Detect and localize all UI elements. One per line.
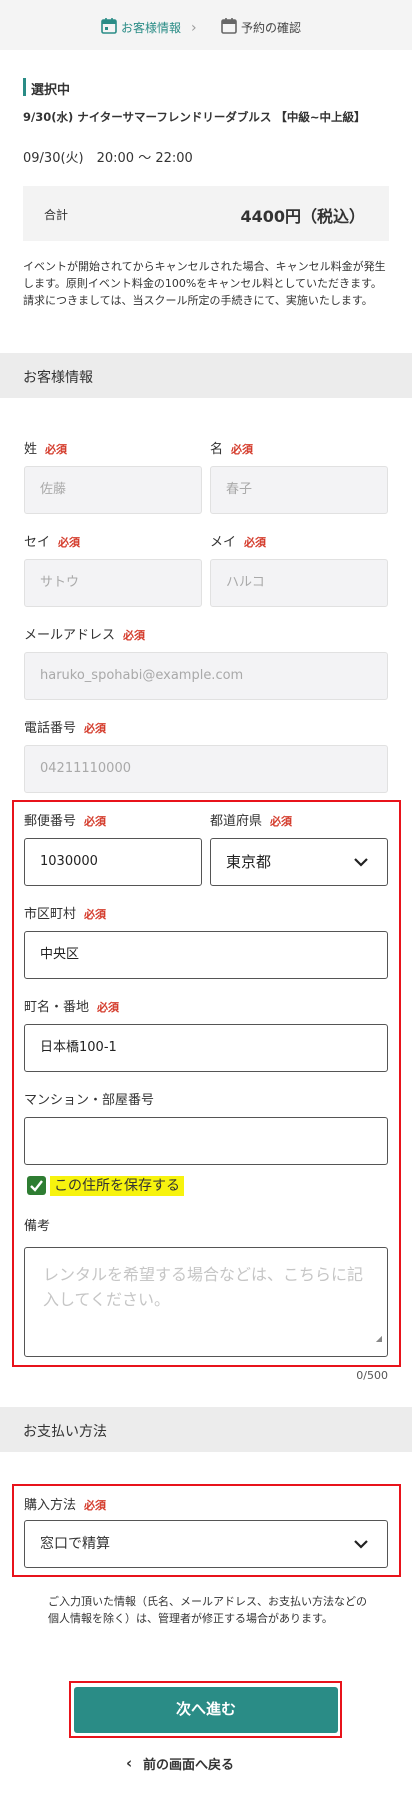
- phone-label: 電話番号 必須: [24, 717, 106, 736]
- first-name-label: 名必須: [210, 438, 253, 457]
- chevron-right-icon: ›: [191, 20, 197, 36]
- save-address-label[interactable]: この住所を保存する: [50, 1176, 184, 1196]
- prefecture-select[interactable]: 東京都: [210, 838, 388, 886]
- total-value: 4400円（税込）: [240, 207, 365, 226]
- event-datetime: 09/30(火) 20:00 〜 22:00: [23, 151, 193, 166]
- label-text: 郵便番号: [24, 814, 77, 829]
- label-text: 姓: [24, 442, 38, 457]
- city-label: 市区町村 必須: [24, 903, 106, 922]
- required-badge: 必須: [97, 1001, 120, 1014]
- city-field[interactable]: 中央区: [24, 931, 388, 979]
- label-text: 都道府県: [210, 814, 263, 829]
- customer-section-header: お客様情報: [0, 353, 412, 398]
- label-text: 市区町村: [24, 907, 77, 922]
- notes-label: 備考: [24, 1219, 51, 1234]
- resize-handle-icon[interactable]: ◢: [376, 1326, 382, 1351]
- required-badge: 必須: [45, 443, 68, 456]
- back-link[interactable]: ‹ 前の画面へ戻る: [126, 1754, 235, 1773]
- required-badge: 必須: [244, 536, 267, 549]
- notes-placeholder: レンタルを希望する場合などは、こちらに記入してください。: [43, 1265, 364, 1309]
- label-text: 名: [210, 442, 224, 457]
- prefecture-label: 都道府県 必須: [210, 810, 292, 829]
- calendar-icon: [221, 18, 237, 34]
- cancel-policy-note: イベントが開始されてからキャンセルされた場合、キャンセル料金が発生します。原則イ…: [23, 260, 386, 307]
- selection-title: 選択中: [31, 83, 71, 98]
- building-field[interactable]: [24, 1117, 388, 1165]
- back-link-label: 前の画面へ戻る: [143, 1758, 235, 1773]
- required-badge: 必須: [84, 1499, 107, 1512]
- first-kana-label: メイ 必須: [210, 531, 266, 550]
- email-field[interactable]: haruko_spohabi@example.com: [24, 652, 388, 700]
- step-label: お客様情報: [121, 21, 182, 35]
- postal-code-field[interactable]: 1030000: [24, 838, 202, 886]
- email-label: メールアドレス 必須: [24, 624, 145, 643]
- payment-method-label: 購入方法 必須: [24, 1494, 106, 1513]
- check-icon: [30, 1180, 43, 1192]
- postal-label: 郵便番号 必須: [24, 810, 106, 829]
- label-text: メイ: [210, 535, 237, 550]
- first-name-field[interactable]: 春子: [210, 466, 388, 514]
- label-text: 電話番号: [24, 721, 77, 736]
- next-button[interactable]: 次へ進む: [74, 1687, 338, 1733]
- section-title: お支払い方法: [23, 1424, 107, 1440]
- notes-char-counter: 0/500: [356, 1369, 388, 1382]
- chevron-down-icon: [354, 858, 368, 867]
- required-badge: 必須: [58, 536, 81, 549]
- required-badge: 必須: [123, 629, 146, 642]
- accent-bar: [23, 78, 26, 96]
- last-name-field[interactable]: 佐藤: [24, 466, 202, 514]
- event-name: 9/30(水) ナイターサマーフレンドリーダブルス 【中級~中上級】: [23, 110, 366, 124]
- street-field[interactable]: 日本橋100-1: [24, 1024, 388, 1072]
- last-name-label: 姓必須: [24, 438, 67, 457]
- phone-field[interactable]: 04211110000: [24, 745, 388, 793]
- step-indicator: お客様情報 › 予約の確認: [0, 0, 412, 50]
- calendar-icon: [101, 18, 117, 34]
- save-address-checkbox[interactable]: [27, 1176, 46, 1195]
- first-kana-field[interactable]: ハルコ: [210, 559, 388, 607]
- notes-textarea[interactable]: レンタルを希望する場合などは、こちらに記入してください。 ◢: [24, 1247, 388, 1357]
- building-label: マンション・部屋番号: [24, 1093, 155, 1108]
- required-badge: 必須: [270, 815, 293, 828]
- street-label: 町名・番地 必須: [24, 996, 119, 1015]
- prefecture-value: 東京都: [226, 853, 272, 871]
- step-label: 予約の確認: [241, 21, 302, 35]
- last-kana-label: セイ 必須: [24, 531, 80, 550]
- chevron-left-icon: ‹: [126, 1754, 133, 1772]
- payment-section-header: お支払い方法: [0, 1407, 412, 1452]
- label-text: 購入方法: [24, 1498, 77, 1513]
- label-text: セイ: [24, 535, 51, 550]
- required-badge: 必須: [84, 908, 107, 921]
- payment-method-value: 窓口で精算: [40, 1536, 110, 1552]
- privacy-note: ご入力頂いた情報（氏名、メールアドレス、お支払い方法などの個人情報を除く）は、管…: [48, 1595, 367, 1625]
- chevron-down-icon: [354, 1540, 368, 1549]
- total-label: 合計: [44, 208, 69, 222]
- required-badge: 必須: [231, 443, 254, 456]
- required-badge: 必須: [84, 722, 107, 735]
- label-text: 町名・番地: [24, 1000, 90, 1015]
- payment-method-select[interactable]: 窓口で精算: [24, 1520, 388, 1568]
- total-box: 合計 4400円（税込）: [23, 186, 389, 241]
- label-text: メールアドレス: [24, 628, 116, 643]
- section-title: お客様情報: [23, 370, 93, 386]
- last-kana-field[interactable]: サトウ: [24, 559, 202, 607]
- required-badge: 必須: [84, 815, 107, 828]
